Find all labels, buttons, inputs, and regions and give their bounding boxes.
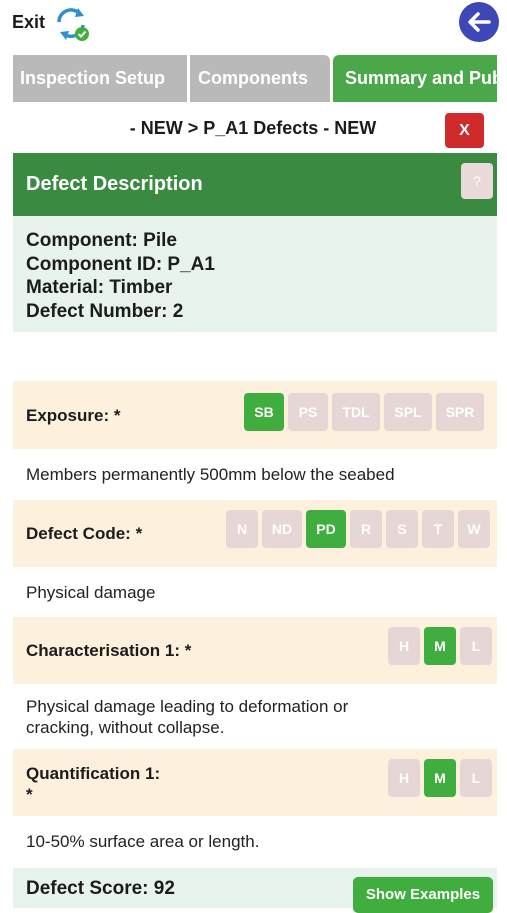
tab-summary-and-publish[interactable]: Summary and Publish [333,55,497,102]
exposure-option-tdl[interactable]: TDL [332,393,380,431]
defect-code-option-pd[interactable]: PD [306,510,346,548]
quantification-label: Quantification 1: * [26,763,160,805]
defect-code-option-nd[interactable]: ND [262,510,302,548]
defect-code-option-t[interactable]: T [422,510,454,548]
arrow-left-icon [468,12,491,32]
characterisation-options: H M L [388,627,492,665]
section-title: Defect Description [26,173,203,195]
exposure-options: SB PS TDL SPL SPR [244,393,484,431]
characterisation-option-l[interactable]: L [460,627,492,665]
defect-code-description: Physical damage [26,583,156,602]
back-button[interactable] [459,2,499,42]
exit-button[interactable]: Exit [12,12,45,33]
component-text: Component: Pile [26,230,177,251]
exposure-option-spr[interactable]: SPR [436,393,484,431]
defect-number-text: Defect Number: 2 [26,300,184,322]
component-info: Component: Pile Component ID: P_A1 Mater… [13,216,497,332]
defect-score-bar: Defect Score: 92 Show Examples [13,868,497,913]
exposure-label: Exposure: * [26,406,121,425]
exposure-option-spl[interactable]: SPL [384,393,432,431]
quantification-option-l[interactable]: L [460,759,492,797]
help-button[interactable]: ? [461,163,493,199]
characterisation-option-m[interactable]: M [424,627,456,665]
material-text: Material: Timber [26,277,173,298]
show-examples-button[interactable]: Show Examples [353,877,493,913]
breadcrumb: - NEW > P_A1 Defects - NEW [129,118,377,138]
quantification-option-h[interactable]: H [388,759,420,797]
exposure-description: Members permanently 500mm below the seab… [26,465,395,484]
tab-bar: Inspection Setup Components Summary and … [13,55,497,102]
exposure-option-ps[interactable]: PS [288,393,328,431]
defect-description-header: Defect Description ? [13,153,497,216]
characterisation-description: Physical damage leading to deformation o… [26,696,348,738]
sync-status-icon[interactable] [53,5,91,43]
quantification-label-line1: Quantification 1: [26,764,161,783]
defect-code-label: Defect Code: * [26,524,143,543]
defect-code-option-n[interactable]: N [226,510,258,548]
exposure-row: Exposure: * SB PS TDL SPL SPR [13,381,497,449]
defect-code-options: N ND PD R S T W [226,510,490,548]
characterisation-label: Characterisation 1: * [26,641,192,660]
characterisation-description-line2: cracking, without collapse. [26,718,225,737]
exposure-option-sb[interactable]: SB [244,393,284,431]
characterisation-description-line1: Physical damage leading to deformation o… [26,697,349,716]
defect-code-option-w[interactable]: W [458,510,490,548]
close-button[interactable]: X [445,113,484,148]
quantification-options: H M L [388,759,492,797]
tab-components[interactable]: Components [190,55,330,102]
defect-code-option-s[interactable]: S [386,510,418,548]
characterisation-option-h[interactable]: H [388,627,420,665]
characterisation-row: Characterisation 1: * H M L [13,617,497,684]
top-bar: Exit [0,0,507,50]
quantification-description: 10-50% surface area or length. [26,832,260,851]
quantification-label-line2: * [26,785,33,804]
quantification-row: Quantification 1: * H M L [13,749,497,816]
quantification-option-m[interactable]: M [424,759,456,797]
tab-inspection-setup[interactable]: Inspection Setup [13,55,187,102]
defect-score-text: Defect Score: 92 [26,878,175,899]
component-id-text: Component ID: P_A1 [26,253,215,275]
defect-code-option-r[interactable]: R [350,510,382,548]
defect-code-row: Defect Code: * N ND PD R S T W [13,500,497,567]
